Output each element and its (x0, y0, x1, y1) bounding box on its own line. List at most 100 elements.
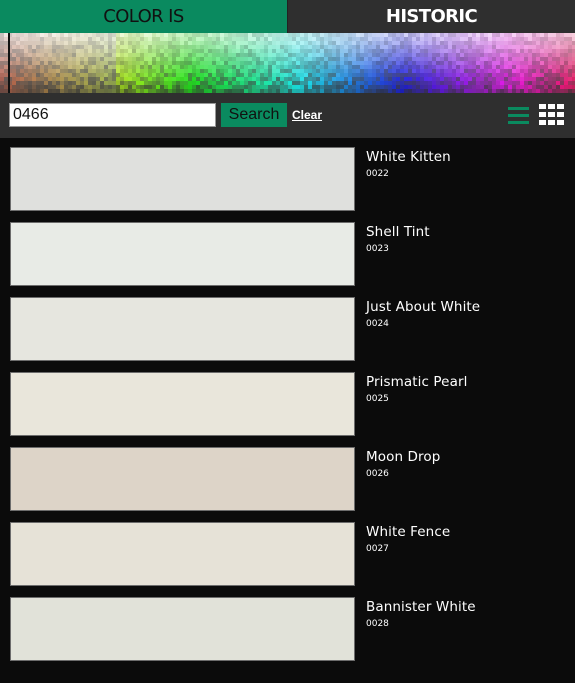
palette-cell[interactable] (84, 61, 88, 65)
palette-cell[interactable] (364, 53, 368, 57)
palette-cell[interactable] (216, 53, 220, 57)
palette-cell[interactable] (120, 49, 124, 53)
palette-cell[interactable] (124, 65, 128, 69)
palette-cell[interactable] (152, 49, 156, 53)
palette-cell[interactable] (40, 85, 44, 89)
palette-cell[interactable] (528, 45, 532, 49)
palette-cell[interactable] (568, 69, 572, 73)
palette-cell[interactable] (416, 77, 420, 81)
palette-cell[interactable] (76, 33, 80, 37)
palette-cell[interactable] (468, 69, 472, 73)
palette-cell[interactable] (52, 53, 56, 57)
palette-cell[interactable] (32, 45, 36, 49)
palette-cell[interactable] (284, 81, 288, 85)
palette-cell[interactable] (20, 85, 24, 89)
palette-cell[interactable] (44, 53, 48, 57)
palette-cell[interactable] (340, 81, 344, 85)
palette-cell[interactable] (408, 65, 412, 69)
palette-cell[interactable] (544, 61, 548, 65)
palette-cell[interactable] (436, 73, 440, 77)
palette-cell[interactable] (560, 81, 564, 85)
palette-cell[interactable] (520, 45, 524, 49)
palette-cell[interactable] (532, 41, 536, 45)
palette-cell[interactable] (200, 81, 204, 85)
palette-cell[interactable] (440, 73, 444, 77)
palette-cell[interactable] (508, 73, 512, 77)
palette-cell[interactable] (216, 57, 220, 61)
palette-cell[interactable] (352, 53, 356, 57)
palette-cell[interactable] (216, 49, 220, 53)
palette-cell[interactable] (552, 41, 556, 45)
palette-cell[interactable] (564, 49, 568, 53)
palette-cell[interactable] (72, 49, 76, 53)
palette-cell[interactable] (264, 81, 268, 85)
palette-cell[interactable] (488, 49, 492, 53)
palette-cell[interactable] (220, 65, 224, 69)
palette-cell[interactable] (232, 37, 236, 41)
color-item[interactable]: Just About White 0024 (0, 288, 575, 363)
palette-cell[interactable] (180, 73, 184, 77)
palette-cell[interactable] (396, 69, 400, 73)
palette-cell[interactable] (564, 45, 568, 49)
palette-cell[interactable] (256, 53, 260, 57)
palette-cell[interactable] (164, 33, 168, 37)
palette-cell[interactable] (88, 57, 92, 61)
palette-cell[interactable] (320, 33, 324, 37)
palette-cell[interactable] (200, 73, 204, 77)
palette-cell[interactable] (168, 41, 172, 45)
palette-cell[interactable] (244, 45, 248, 49)
palette-cell[interactable] (24, 53, 28, 57)
palette-cell[interactable] (556, 41, 560, 45)
palette-cell[interactable] (544, 77, 548, 81)
palette-cell[interactable] (376, 57, 380, 61)
palette-cell[interactable] (292, 73, 296, 77)
palette-cell[interactable] (136, 57, 140, 61)
palette-cell[interactable] (412, 85, 416, 89)
palette-cell[interactable] (268, 49, 272, 53)
palette-cell[interactable] (144, 61, 148, 65)
palette-cell[interactable] (256, 85, 260, 89)
palette-cell[interactable] (76, 73, 80, 77)
palette-cell[interactable] (228, 45, 232, 49)
palette-cell[interactable] (324, 65, 328, 69)
palette-cell[interactable] (536, 73, 540, 77)
palette-cell[interactable] (80, 41, 84, 45)
palette-cell[interactable] (252, 69, 256, 73)
palette-cell[interactable] (452, 41, 456, 45)
palette-cell[interactable] (304, 45, 308, 49)
palette-cell[interactable] (216, 81, 220, 85)
palette-cell[interactable] (492, 61, 496, 65)
palette-cell[interactable] (240, 45, 244, 49)
palette-cell[interactable] (368, 41, 372, 45)
palette-cell[interactable] (208, 37, 212, 41)
palette-cell[interactable] (248, 33, 252, 37)
palette-cell[interactable] (204, 37, 208, 41)
palette-cell[interactable] (556, 45, 560, 49)
palette-cell[interactable] (432, 57, 436, 61)
palette-cell[interactable] (300, 57, 304, 61)
palette-cell[interactable] (460, 69, 464, 73)
palette-cell[interactable] (56, 53, 60, 57)
palette-cell[interactable] (508, 61, 512, 65)
palette-cell[interactable] (204, 77, 208, 81)
palette-cell[interactable] (416, 49, 420, 53)
palette-cell[interactable] (432, 73, 436, 77)
palette-cell[interactable] (156, 65, 160, 69)
palette-cell[interactable] (276, 49, 280, 53)
palette-cell[interactable] (308, 45, 312, 49)
palette-cell[interactable] (512, 37, 516, 41)
palette-cell[interactable] (388, 41, 392, 45)
palette-cell[interactable] (524, 65, 528, 69)
palette-cell[interactable] (420, 41, 424, 45)
palette-cell[interactable] (500, 73, 504, 77)
palette-cell[interactable] (232, 77, 236, 81)
palette-cell[interactable] (568, 81, 572, 85)
palette-cell[interactable] (148, 45, 152, 49)
palette-cell[interactable] (120, 81, 124, 85)
palette-cell[interactable] (56, 61, 60, 65)
color-swatch[interactable] (10, 447, 355, 511)
palette-cell[interactable] (76, 37, 80, 41)
search-input[interactable] (9, 103, 216, 127)
palette-cell[interactable] (536, 69, 540, 73)
palette-cell[interactable] (280, 53, 284, 57)
